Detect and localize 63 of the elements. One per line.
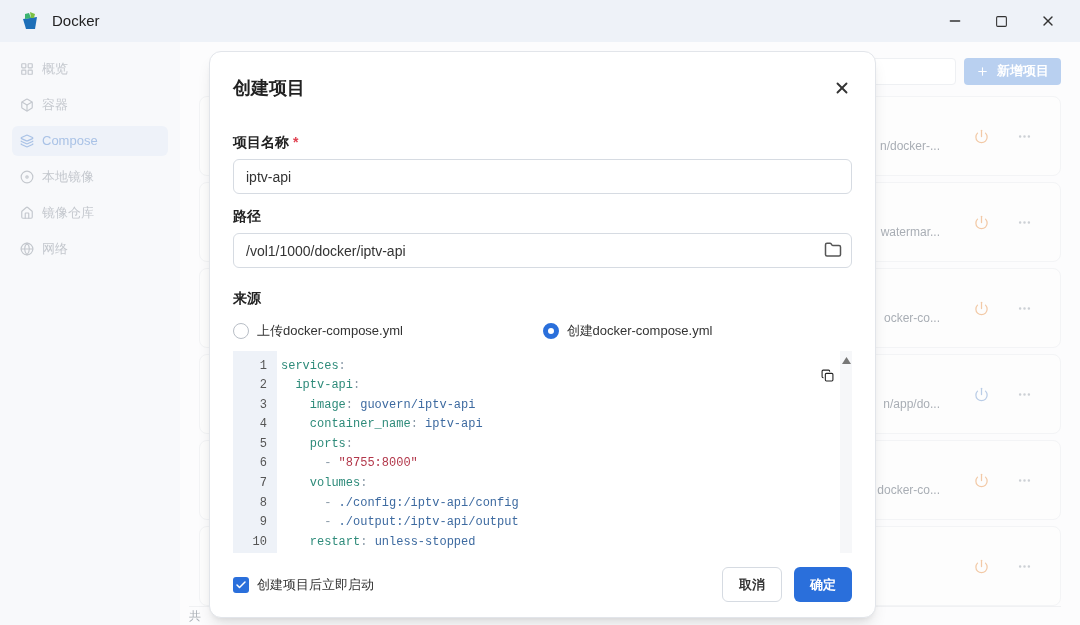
confirm-button[interactable]: 确定 [794,567,852,603]
nav-icon [20,242,34,256]
line-number: 4 [258,416,268,434]
power-icon[interactable] [974,128,989,144]
code-line: - "8755:8000" [323,455,418,473]
code-line: container_name: iptv-api [308,416,483,434]
code-line: ports: [308,435,353,453]
line-number: 2 [258,377,268,395]
copy-icon[interactable] [821,368,834,382]
required-mark: * [293,133,299,152]
check-icon [235,578,247,591]
line-number: 8 [258,494,268,512]
nav-icon [20,62,34,76]
power-icon[interactable] [974,300,989,316]
project-path: ocker-co... [884,310,940,327]
project-path: docker-co... [877,482,940,499]
power-icon[interactable] [974,472,989,488]
nav-icon [20,134,34,148]
total-count: 共 [189,608,201,625]
code-line: volumes: [308,475,368,493]
code-line: services: [281,357,346,375]
code-editor[interactable]: 1 2 3 4 5 6 7 8 9 10 services: iptv-api: image: guovern/iptv-api container_name: iptv-api ports: - "8755:8000" volumes: - ./config:/iptv-api/config - ./output:/iptv-api/output restart: unless-stopped [233,350,852,553]
checkbox-label[interactable]: 创建项目后立即启动 [257,575,374,595]
power-icon[interactable] [974,214,989,230]
nav-icon [20,170,34,184]
plus-icon [976,64,989,78]
line-number: 9 [258,514,268,532]
code-line: iptv-api: [294,377,361,395]
code-line: image: guovern/iptv-api [308,396,476,414]
project-path: n/docker-... [879,138,940,155]
line-number: 5 [258,435,268,453]
radio-label[interactable]: 创建docker-compose.yml [566,321,713,341]
radio-button[interactable] [233,322,249,339]
line-number: 3 [258,396,268,414]
code-line: - ./config:/iptv-api/config [323,494,519,512]
power-icon[interactable] [974,558,989,574]
cancel-button[interactable]: 取消 [722,567,782,603]
project-path: watermar... [880,224,940,241]
nav-icon [20,98,34,112]
scrollbar[interactable] [840,350,852,553]
power-icon[interactable] [974,386,989,402]
line-number: 10 [251,533,268,551]
code-line: restart: unless-stopped [308,533,476,551]
scroll-up-icon[interactable] [841,356,851,364]
field-label: 来源 [233,289,262,308]
autostart-checkbox[interactable] [233,576,249,593]
dialog-title: 创建项目 [233,76,305,100]
field-label: 路径 [233,207,262,226]
nav-icon [20,206,34,220]
folder-icon[interactable] [824,241,842,259]
radio-button[interactable] [542,322,559,339]
maximize-icon[interactable] [995,14,1008,28]
line-number: 1 [258,357,268,375]
project-name-field[interactable]: iptv-api [233,159,852,194]
project-path: n/app/do... [883,396,940,413]
radio-label[interactable]: 上传docker-compose.yml [257,321,403,341]
field-label: 项目名称 [233,133,289,152]
path-field[interactable]: /vol1/1000/docker/iptv-api [233,233,852,268]
code-line: - ./output:/iptv-api/output [323,514,519,532]
line-number: 7 [258,475,268,493]
app-logo-icon [20,11,40,31]
window-title: Docker [52,10,100,31]
line-number: 6 [258,455,268,473]
